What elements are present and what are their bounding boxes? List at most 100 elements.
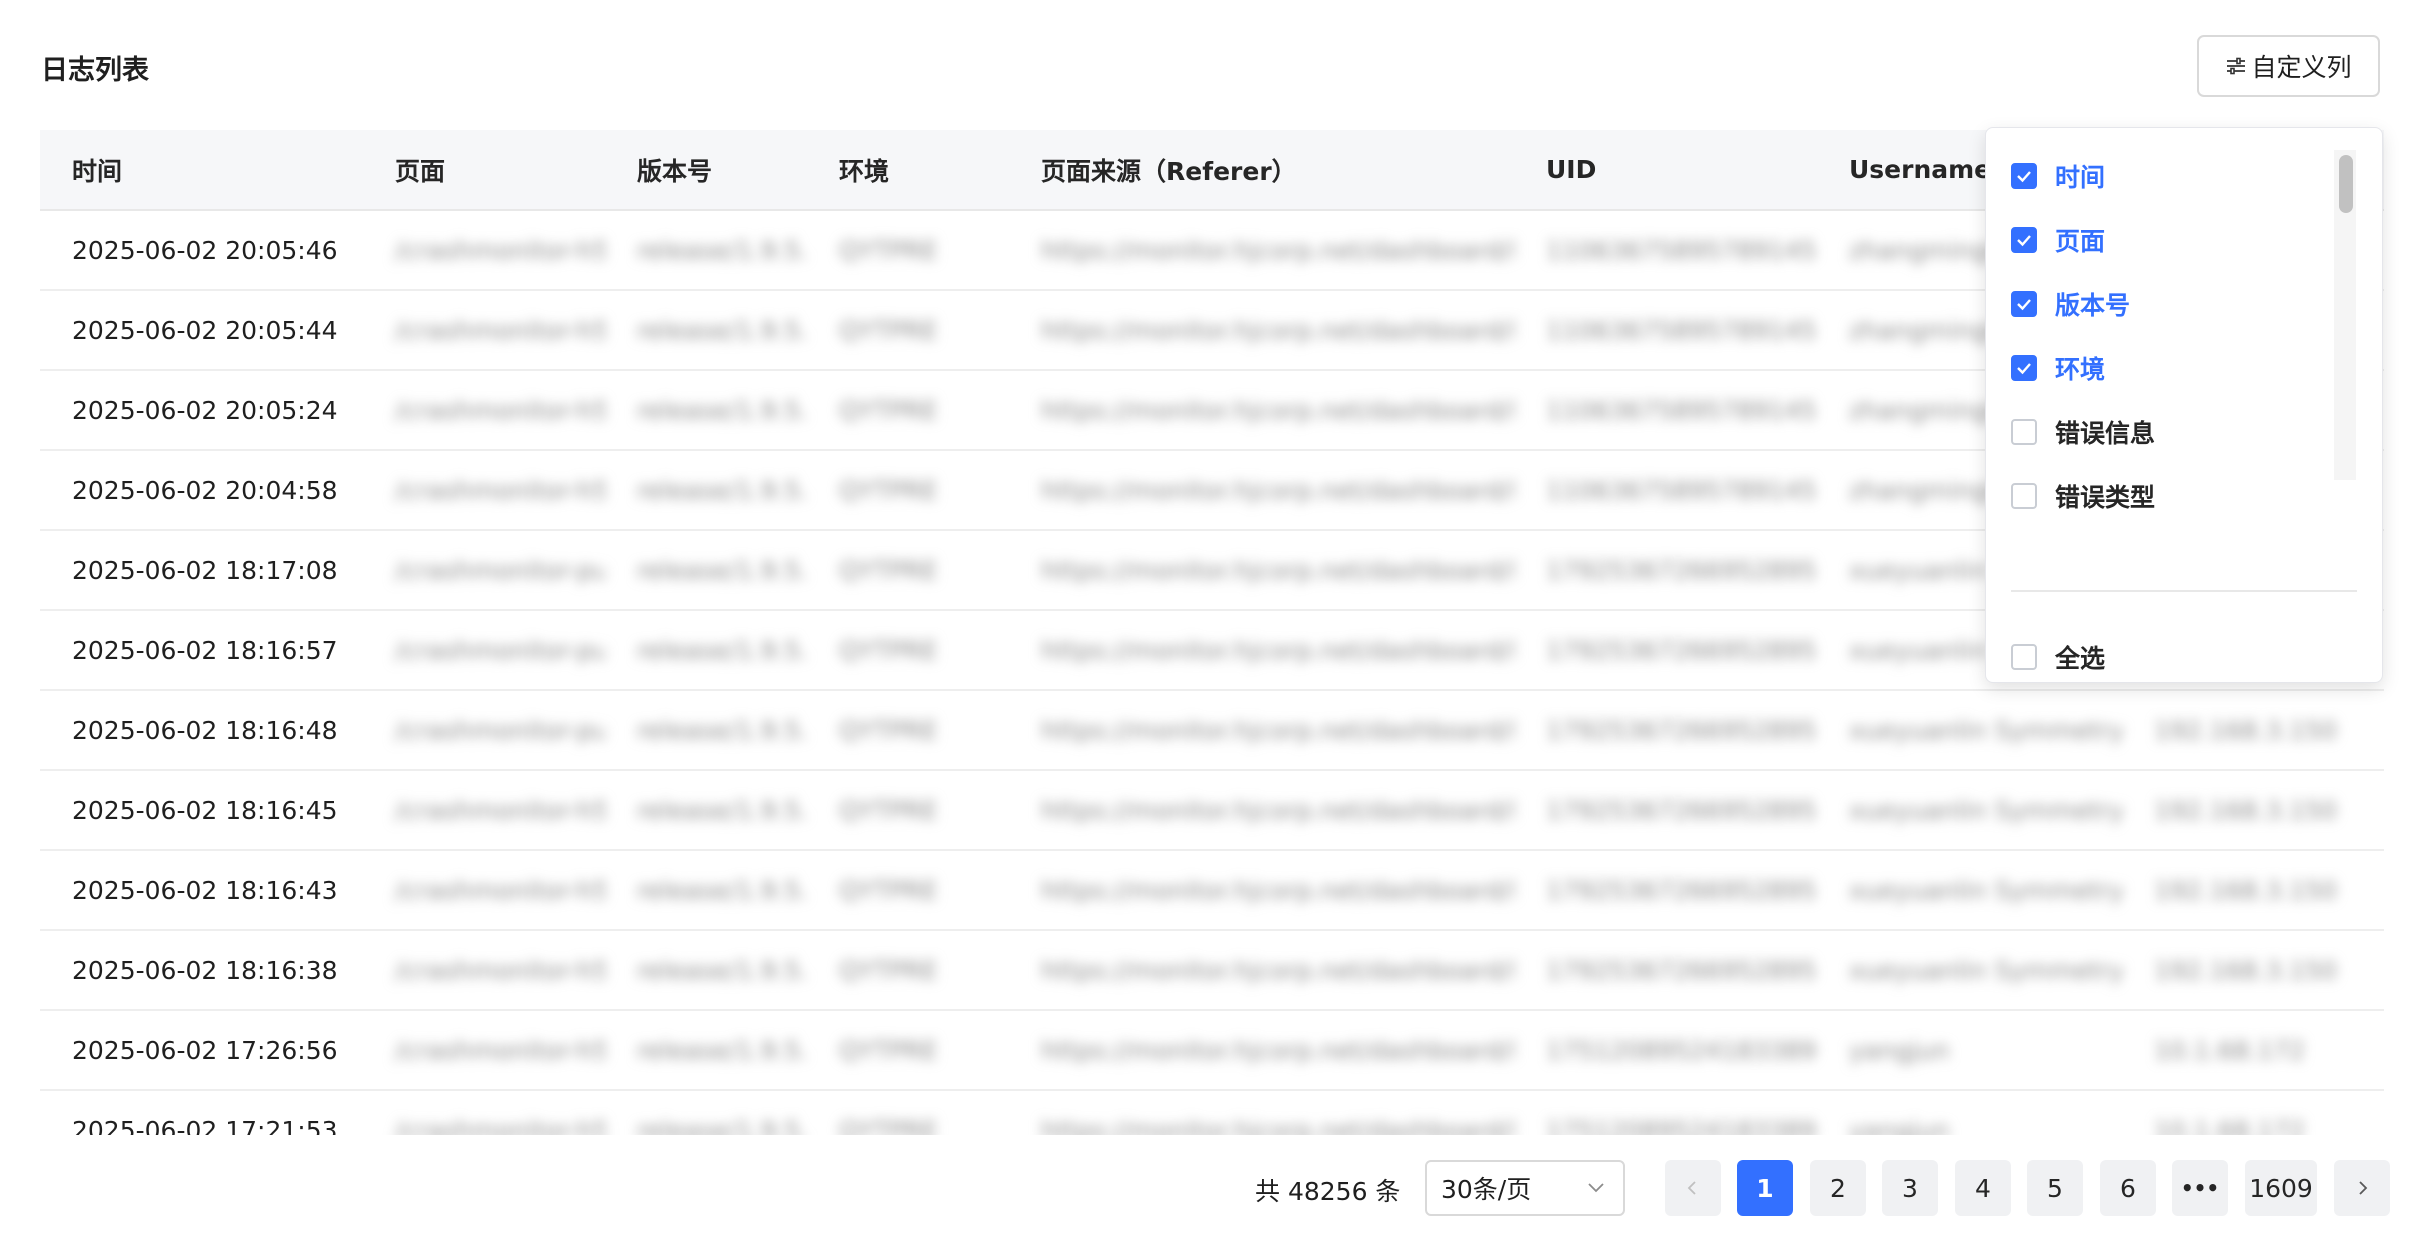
column-header-env[interactable]: 环境	[807, 130, 1009, 211]
cell-uid: 1106367589578914562	[1514, 210, 1817, 291]
pagination: 共 48256 条 30条/页 1 2 3 4 5 6 ••• 1609	[0, 1160, 2414, 1216]
cell-page: /crashmonitor-h5	[363, 1010, 605, 1091]
column-option[interactable]: 页面	[1986, 208, 2336, 272]
cell-username: xueyuanlin Symmetry	[1817, 930, 2122, 1011]
cell-uid: 1106367589578914562	[1514, 450, 1817, 531]
cell-page: /crashmonitor-h5	[363, 210, 605, 291]
next-page-button[interactable]	[2334, 1160, 2390, 1216]
cell-extra: 192.168.3.150	[2122, 850, 2384, 931]
cell-referer: https://monitor.hjcorp.net/dashboard/lis…	[1009, 1010, 1514, 1091]
chevron-left-icon	[1687, 1181, 1696, 1195]
table-row[interactable]: 2025-06-02 18:16:48/crashmonitor-purerel…	[40, 690, 2384, 771]
column-option-checkbox[interactable]	[2011, 163, 2037, 189]
select-all-label: 全选	[2055, 644, 2106, 673]
cell-referer: https://monitor.hjcorp.net/dashboard/lis…	[1009, 930, 1514, 1011]
cell-referer: https://monitor.hjcorp.net/dashboard/lis…	[1009, 290, 1514, 371]
column-option[interactable]: 版本号	[1986, 272, 2336, 336]
last-page-button[interactable]: 1609	[2245, 1160, 2317, 1216]
cell-extra: 192.168.3.150	[2122, 770, 2384, 851]
cell-env: QYTPRE	[807, 290, 1009, 371]
page-button-4[interactable]: 4	[1955, 1160, 2011, 1216]
table-row[interactable]: 2025-06-02 18:16:38/crashmonitor-h5 relea…	[40, 930, 2384, 1011]
cell-page: /crashmonitor-h5	[363, 450, 605, 531]
cell-uid: 1751208952418338903	[1514, 1090, 1817, 1135]
cell-env: QYTPRE	[807, 1010, 1009, 1091]
cell-username: yangjun	[1817, 1010, 2122, 1091]
cell-version: release/1.9.5.7	[605, 690, 807, 771]
column-option-label: 页面	[2055, 227, 2106, 256]
column-header-uid[interactable]: UID	[1514, 130, 1817, 211]
custom-columns-button[interactable]: 自定义列	[2197, 35, 2380, 97]
column-header-time[interactable]: 时间	[40, 130, 363, 211]
cell-page: /crashmonitor-h5	[363, 930, 605, 1011]
scrollbar-thumb[interactable]	[2339, 155, 2353, 213]
column-header-page[interactable]: 页面	[363, 130, 605, 211]
column-option[interactable]: 错误类型	[1986, 464, 2336, 528]
column-option-label: 版本号	[2055, 291, 2131, 320]
cell-uid: 1792536726695289560	[1514, 530, 1817, 611]
cell-env: QYTPRE	[807, 690, 1009, 771]
prev-page-button[interactable]	[1665, 1160, 1721, 1216]
column-option-checkbox[interactable]	[2011, 227, 2037, 253]
cell-version: release/1.9.5.7	[605, 930, 807, 1011]
table-row[interactable]: 2025-06-02 18:16:43/crashmonitor-h5 relea…	[40, 850, 2384, 931]
cell-page: /crashmonitor-h5	[363, 290, 605, 371]
column-picker-scrollbar[interactable]	[2334, 150, 2356, 480]
cell-uid: 1751208952418338903	[1514, 1010, 1817, 1091]
column-option-label: 时间	[2055, 163, 2106, 192]
select-all-checkbox[interactable]	[2011, 644, 2037, 670]
cell-referer: https://monitor.hjcorp.net/dashboard/lis…	[1009, 450, 1514, 531]
cell-env: QYTPRE	[807, 610, 1009, 691]
cell-referer: https://monitor.hjcorp.net/dashboard/lis…	[1009, 370, 1514, 451]
chevron-right-icon	[2359, 1181, 2368, 1195]
table-row[interactable]: 2025-06-02 17:21:53/crashmonitor-h5 relea…	[40, 1090, 2384, 1135]
cell-page: /crashmonitor-h5	[363, 370, 605, 451]
cell-time: 2025-06-02 20:04:58	[40, 450, 363, 531]
column-option-checkbox[interactable]	[2011, 419, 2037, 445]
sliders-icon	[2227, 57, 2246, 75]
page-button-6[interactable]: 6	[2100, 1160, 2156, 1216]
select-all-option[interactable]: 全选	[1986, 625, 2336, 689]
cell-version: release/1.9.5.7	[605, 850, 807, 931]
more-pages-button[interactable]: •••	[2172, 1160, 2228, 1216]
column-option-checkbox[interactable]	[2011, 355, 2037, 381]
table-row[interactable]: 2025-06-02 18:16:45/crashmonitor-h5 relea…	[40, 770, 2384, 851]
log-list-page: 日志列表 自定义列 时间 页面 版本号 环境 页面来源（Referer） UID…	[0, 0, 2414, 1254]
page-button-3[interactable]: 3	[1882, 1160, 1938, 1216]
cell-version: release/1.9.5.7	[605, 370, 807, 451]
cell-username: xueyuanlin Symmetry	[1817, 770, 2122, 851]
cell-referer: https://monitor.hjcorp.net/dashboard/lis…	[1009, 530, 1514, 611]
cell-env: QYTPRE	[807, 370, 1009, 451]
cell-version: release/1.9.5.7	[605, 1090, 807, 1135]
page-size-select[interactable]: 30条/页	[1425, 1160, 1625, 1216]
page-button-1[interactable]: 1	[1737, 1160, 1793, 1216]
cell-version: release/1.9.5.7	[605, 770, 807, 851]
column-header-version[interactable]: 版本号	[605, 130, 807, 211]
cell-time: 2025-06-02 17:26:56	[40, 1010, 363, 1091]
column-option[interactable]: 环境	[1986, 336, 2336, 400]
cell-time: 2025-06-02 20:05:46	[40, 210, 363, 291]
page-title: 日志列表	[41, 55, 149, 86]
column-option[interactable]: 错误信息	[1986, 400, 2336, 464]
cell-uid: 1106367589578914562	[1514, 370, 1817, 451]
column-picker-divider	[2011, 590, 2357, 592]
column-header-referer[interactable]: 页面来源（Referer）	[1009, 130, 1514, 211]
cell-env: QYTPRE	[807, 770, 1009, 851]
cell-uid: 1106367589578914562	[1514, 290, 1817, 371]
cell-referer: https://monitor.hjcorp.net/dashboard/lis…	[1009, 770, 1514, 851]
page-button-5[interactable]: 5	[2027, 1160, 2083, 1216]
total-count: 共 48256 条	[1255, 1177, 1401, 1206]
column-option-checkbox[interactable]	[2011, 291, 2037, 317]
cell-username: xueyuanlin Symmetry	[1817, 690, 2122, 771]
cell-page: /crashmonitor-pure	[363, 610, 605, 691]
cell-time: 2025-06-02 20:05:44	[40, 290, 363, 371]
checkmark-icon	[2017, 171, 2031, 183]
column-option-checkbox[interactable]	[2011, 483, 2037, 509]
cell-env: QYTPRE	[807, 930, 1009, 1011]
cell-env: QYTPRE	[807, 210, 1009, 291]
page-button-2[interactable]: 2	[1810, 1160, 1866, 1216]
cell-uid: 1792536726695289560	[1514, 930, 1817, 1011]
column-option[interactable]: 时间	[1986, 144, 2336, 208]
table-row[interactable]: 2025-06-02 17:26:56/crashmonitor-h5 relea…	[40, 1010, 2384, 1091]
cell-version: release/1.9.5.7	[605, 210, 807, 291]
